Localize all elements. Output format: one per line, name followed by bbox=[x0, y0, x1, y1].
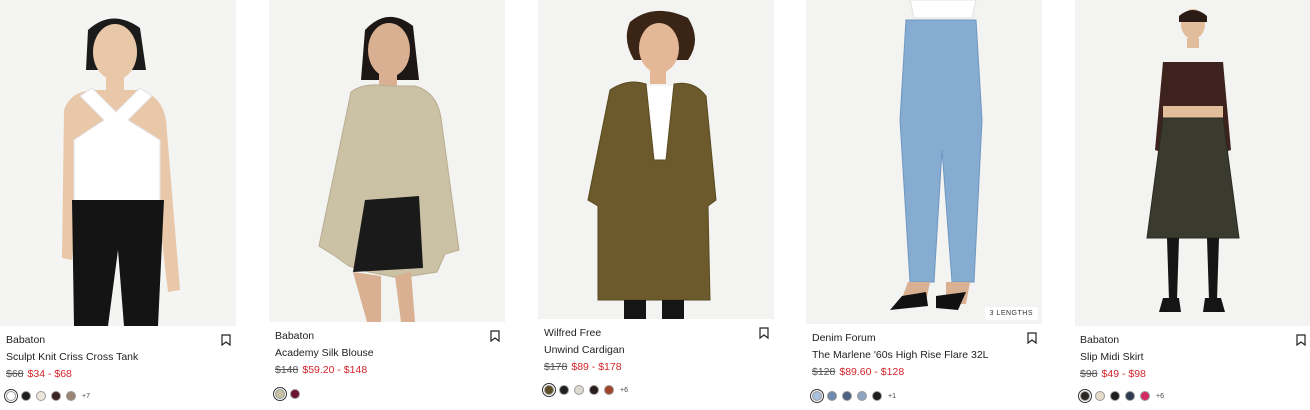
model-illustration bbox=[806, 0, 1042, 324]
color-swatch[interactable] bbox=[4, 389, 18, 403]
color-swatch[interactable] bbox=[290, 389, 300, 399]
more-colors-count[interactable]: +6 bbox=[620, 387, 628, 394]
product-image[interactable] bbox=[269, 0, 505, 322]
more-colors-count[interactable]: +1 bbox=[888, 393, 896, 400]
original-price: $98 bbox=[1080, 368, 1098, 380]
product-title[interactable]: Sculpt Knit Criss Cross Tank bbox=[6, 351, 138, 363]
color-swatches: +6 bbox=[542, 383, 628, 397]
product-brand[interactable]: Babaton bbox=[6, 334, 45, 346]
product-price: $128 $89.60 - $128 bbox=[812, 366, 904, 378]
color-swatch[interactable] bbox=[574, 385, 584, 395]
product-brand[interactable]: Babaton bbox=[1080, 334, 1119, 346]
model-illustration bbox=[538, 0, 774, 319]
product-price: $68 $34 - $68 bbox=[6, 368, 72, 380]
product-card[interactable]: Babaton Sculpt Knit Criss Cross Tank $68… bbox=[0, 0, 236, 403]
more-colors-count[interactable]: +6 bbox=[1156, 393, 1164, 400]
original-price: $178 bbox=[544, 361, 568, 373]
product-card[interactable]: Wilfred Free Unwind Cardigan $178 $89 - $… bbox=[538, 0, 774, 398]
color-swatch[interactable] bbox=[604, 385, 614, 395]
more-colors-count[interactable]: +7 bbox=[82, 393, 90, 400]
color-swatches: +7 bbox=[4, 389, 90, 403]
color-swatches bbox=[273, 387, 300, 401]
product-card[interactable]: 3 LENGTHS Denim Forum The Marlene '60s H… bbox=[806, 0, 1042, 403]
bookmark-icon[interactable] bbox=[221, 333, 231, 347]
product-image[interactable] bbox=[538, 0, 774, 319]
product-title[interactable]: Slip Midi Skirt bbox=[1080, 351, 1144, 363]
color-swatch[interactable] bbox=[827, 391, 837, 401]
model-illustration bbox=[0, 0, 236, 326]
original-price: $148 bbox=[275, 364, 299, 376]
product-price: $178 $89 - $178 bbox=[544, 361, 622, 373]
product-brand[interactable]: Denim Forum bbox=[812, 332, 876, 344]
color-swatch[interactable] bbox=[1140, 391, 1150, 401]
color-swatch[interactable] bbox=[589, 385, 599, 395]
sale-price: $89 - $178 bbox=[571, 361, 622, 373]
color-swatch[interactable] bbox=[1110, 391, 1120, 401]
color-swatch[interactable] bbox=[857, 391, 867, 401]
sale-price: $34 - $68 bbox=[27, 368, 72, 380]
product-price: $98 $49 - $98 bbox=[1080, 368, 1146, 380]
color-swatch[interactable] bbox=[872, 391, 882, 401]
color-swatch[interactable] bbox=[559, 385, 569, 395]
color-swatches: +6 bbox=[1078, 389, 1164, 403]
bookmark-icon[interactable] bbox=[490, 329, 500, 343]
product-title[interactable]: Academy Silk Blouse bbox=[275, 347, 374, 359]
bookmark-icon[interactable] bbox=[1027, 331, 1037, 345]
color-swatch[interactable] bbox=[36, 391, 46, 401]
product-card[interactable]: Babaton Academy Silk Blouse $148 $59.20 -… bbox=[269, 0, 505, 401]
product-image[interactable]: 3 LENGTHS bbox=[806, 0, 1042, 324]
sale-price: $49 - $98 bbox=[1101, 368, 1146, 380]
color-swatch[interactable] bbox=[1125, 391, 1135, 401]
original-price: $68 bbox=[6, 368, 24, 380]
color-swatch[interactable] bbox=[21, 391, 31, 401]
product-brand[interactable]: Babaton bbox=[275, 330, 314, 342]
color-swatch[interactable] bbox=[66, 391, 76, 401]
color-swatch[interactable] bbox=[542, 383, 556, 397]
sale-price: $89.60 - $128 bbox=[839, 366, 905, 378]
color-swatch[interactable] bbox=[51, 391, 61, 401]
product-title[interactable]: Unwind Cardigan bbox=[544, 344, 625, 356]
lengths-badge: 3 LENGTHS bbox=[984, 307, 1038, 320]
product-image[interactable] bbox=[1075, 0, 1310, 326]
product-card[interactable]: Babaton Slip Midi Skirt $98 $49 - $98 +6 bbox=[1075, 0, 1310, 403]
product-image[interactable] bbox=[0, 0, 236, 326]
product-brand[interactable]: Wilfred Free bbox=[544, 327, 601, 339]
product-price: $148 $59.20 - $148 bbox=[275, 364, 367, 376]
color-swatch[interactable] bbox=[810, 389, 824, 403]
model-illustration bbox=[1075, 0, 1310, 326]
model-illustration bbox=[269, 0, 505, 322]
product-title[interactable]: The Marlene '60s High Rise Flare 32L bbox=[812, 349, 989, 361]
color-swatch[interactable] bbox=[1078, 389, 1092, 403]
color-swatches: +1 bbox=[810, 389, 896, 403]
original-price: $128 bbox=[812, 366, 836, 378]
bookmark-icon[interactable] bbox=[1296, 333, 1306, 347]
bookmark-icon[interactable] bbox=[759, 326, 769, 340]
color-swatch[interactable] bbox=[1095, 391, 1105, 401]
color-swatch[interactable] bbox=[273, 387, 287, 401]
sale-price: $59.20 - $148 bbox=[302, 364, 368, 376]
color-swatch[interactable] bbox=[842, 391, 852, 401]
